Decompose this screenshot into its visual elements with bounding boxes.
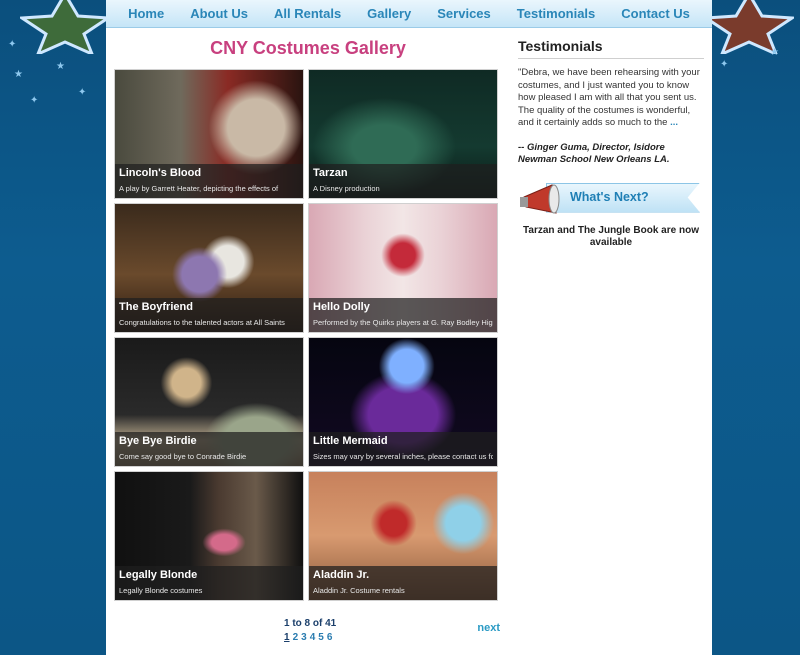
star-decoration-right: [704, 0, 794, 54]
sparkle-icon: ✦: [78, 87, 87, 98]
tile-caption: The Boyfriend Congratulations to the tal…: [115, 298, 303, 332]
sparkle-icon: ✦: [8, 39, 17, 50]
gallery-grid: Lincoln's Blood A play by Garrett Heater…: [114, 69, 502, 601]
page-link-1[interactable]: 1: [284, 632, 290, 643]
whats-next-banner: What's Next?: [518, 181, 704, 221]
tile-caption: Tarzan A Disney production: [309, 164, 497, 198]
page-content: Home About Us All Rentals Gallery Servic…: [106, 0, 712, 655]
whats-next-note: Tarzan and The Jungle Book are now avail…: [523, 224, 699, 249]
tile-title: Bye Bye Birdie: [119, 435, 197, 447]
tile-caption: Aladdin Jr. Aladdin Jr. Costume rentals: [309, 566, 497, 600]
testimonial-quote: "Debra, we have been rehearsing with you…: [518, 67, 704, 130]
tile-description: Performed by the Quirks players at G. Ra…: [313, 318, 493, 327]
gallery-tile-legally-blonde[interactable]: Legally Blonde Legally Blonde costumes: [114, 471, 304, 601]
gallery-tile-lincolns-blood[interactable]: Lincoln's Blood A play by Garrett Heater…: [114, 69, 304, 199]
gallery-tile-aladdin-jr[interactable]: Aladdin Jr. Aladdin Jr. Costume rentals: [308, 471, 498, 601]
testimonial-attribution: -- Ginger Guma, Director, Isidore Newman…: [518, 141, 670, 166]
nav-all-rentals[interactable]: All Rentals: [261, 6, 354, 21]
next-page-link[interactable]: next: [477, 622, 500, 634]
page-link-3[interactable]: 3: [301, 632, 307, 643]
tile-description: Legally Blonde costumes: [119, 586, 203, 595]
gallery-tile-tarzan[interactable]: Tarzan A Disney production: [308, 69, 498, 199]
page-link-5[interactable]: 5: [318, 632, 324, 643]
gallery-tile-bye-bye-birdie[interactable]: Bye Bye Birdie Come say good bye to Conr…: [114, 337, 304, 467]
testimonials-sidebar: Testimonials "Debra, we have been rehear…: [518, 38, 704, 250]
tile-title: Legally Blonde: [119, 569, 198, 581]
tile-caption: Lincoln's Blood A play by Garrett Heater…: [115, 164, 303, 198]
nav-contact-us[interactable]: Contact Us: [608, 6, 703, 21]
gallery-section: CNY Costumes Gallery Lincoln's Blood A p…: [114, 38, 502, 601]
tile-caption: Bye Bye Birdie Come say good bye to Conr…: [115, 432, 303, 466]
nav-testimonials[interactable]: Testimonials: [504, 6, 609, 21]
tile-title: The Boyfriend: [119, 301, 193, 313]
nav-about-us[interactable]: About Us: [177, 6, 261, 21]
read-more-link[interactable]: ...: [670, 117, 678, 128]
tile-description: A play by Garrett Heater, depicting the …: [119, 184, 279, 193]
tile-description: A Disney production: [313, 184, 380, 193]
main-nav: Home About Us All Rentals Gallery Servic…: [106, 0, 712, 28]
left-background-panel: ★ ★ ✦ ✦ ✦: [0, 0, 110, 655]
tile-description: Sizes may vary by several inches, please…: [313, 452, 493, 461]
star-decoration-left: [20, 0, 110, 54]
tile-title: Hello Dolly: [313, 301, 370, 313]
tile-caption: Hello Dolly Performed by the Quirks play…: [309, 298, 497, 332]
page-title: CNY Costumes Gallery: [210, 38, 406, 58]
page-link-6[interactable]: 6: [327, 632, 333, 643]
tile-description: Aladdin Jr. Costume rentals: [313, 586, 405, 595]
tile-title: Aladdin Jr.: [313, 569, 370, 581]
tile-description: Come say good bye to Conrade Birdie: [119, 452, 247, 461]
sparkle-icon: ★: [770, 47, 779, 58]
gallery-tile-hello-dolly[interactable]: Hello Dolly Performed by the Quirks play…: [308, 203, 498, 333]
page-link-2[interactable]: 2: [293, 632, 299, 643]
whats-next-label: What's Next?: [570, 189, 649, 204]
nav-gallery[interactable]: Gallery: [354, 6, 424, 21]
tile-title: Tarzan: [313, 167, 348, 179]
sparkle-icon: ✦: [720, 59, 729, 70]
sparkle-icon: ✦: [30, 95, 39, 106]
tile-caption: Legally Blonde Legally Blonde costumes: [115, 566, 303, 600]
sparkle-icon: ★: [56, 61, 65, 72]
sparkle-icon: ★: [14, 69, 23, 80]
tile-description: Congratulations to the talented actors a…: [119, 318, 285, 327]
tile-title: Lincoln's Blood: [119, 167, 202, 179]
megaphone-icon: [520, 183, 560, 214]
tile-title: Little Mermaid: [313, 435, 388, 447]
gallery-tile-the-boyfriend[interactable]: The Boyfriend Congratulations to the tal…: [114, 203, 304, 333]
pagination-range: 1 to 8 of 41: [284, 618, 337, 629]
right-background-panel: ✦ ★: [704, 0, 800, 655]
pagination: 1 to 8 of 41 1 2 3 4 5 6 next: [114, 618, 502, 648]
sidebar-heading: Testimonials: [518, 38, 704, 59]
nav-home[interactable]: Home: [115, 6, 177, 21]
pagination-pages: 1 2 3 4 5 6: [284, 632, 332, 643]
tile-caption: Little Mermaid Sizes may vary by several…: [309, 432, 497, 466]
page-link-4[interactable]: 4: [310, 632, 316, 643]
gallery-tile-little-mermaid[interactable]: Little Mermaid Sizes may vary by several…: [308, 337, 498, 467]
nav-services[interactable]: Services: [424, 6, 504, 21]
